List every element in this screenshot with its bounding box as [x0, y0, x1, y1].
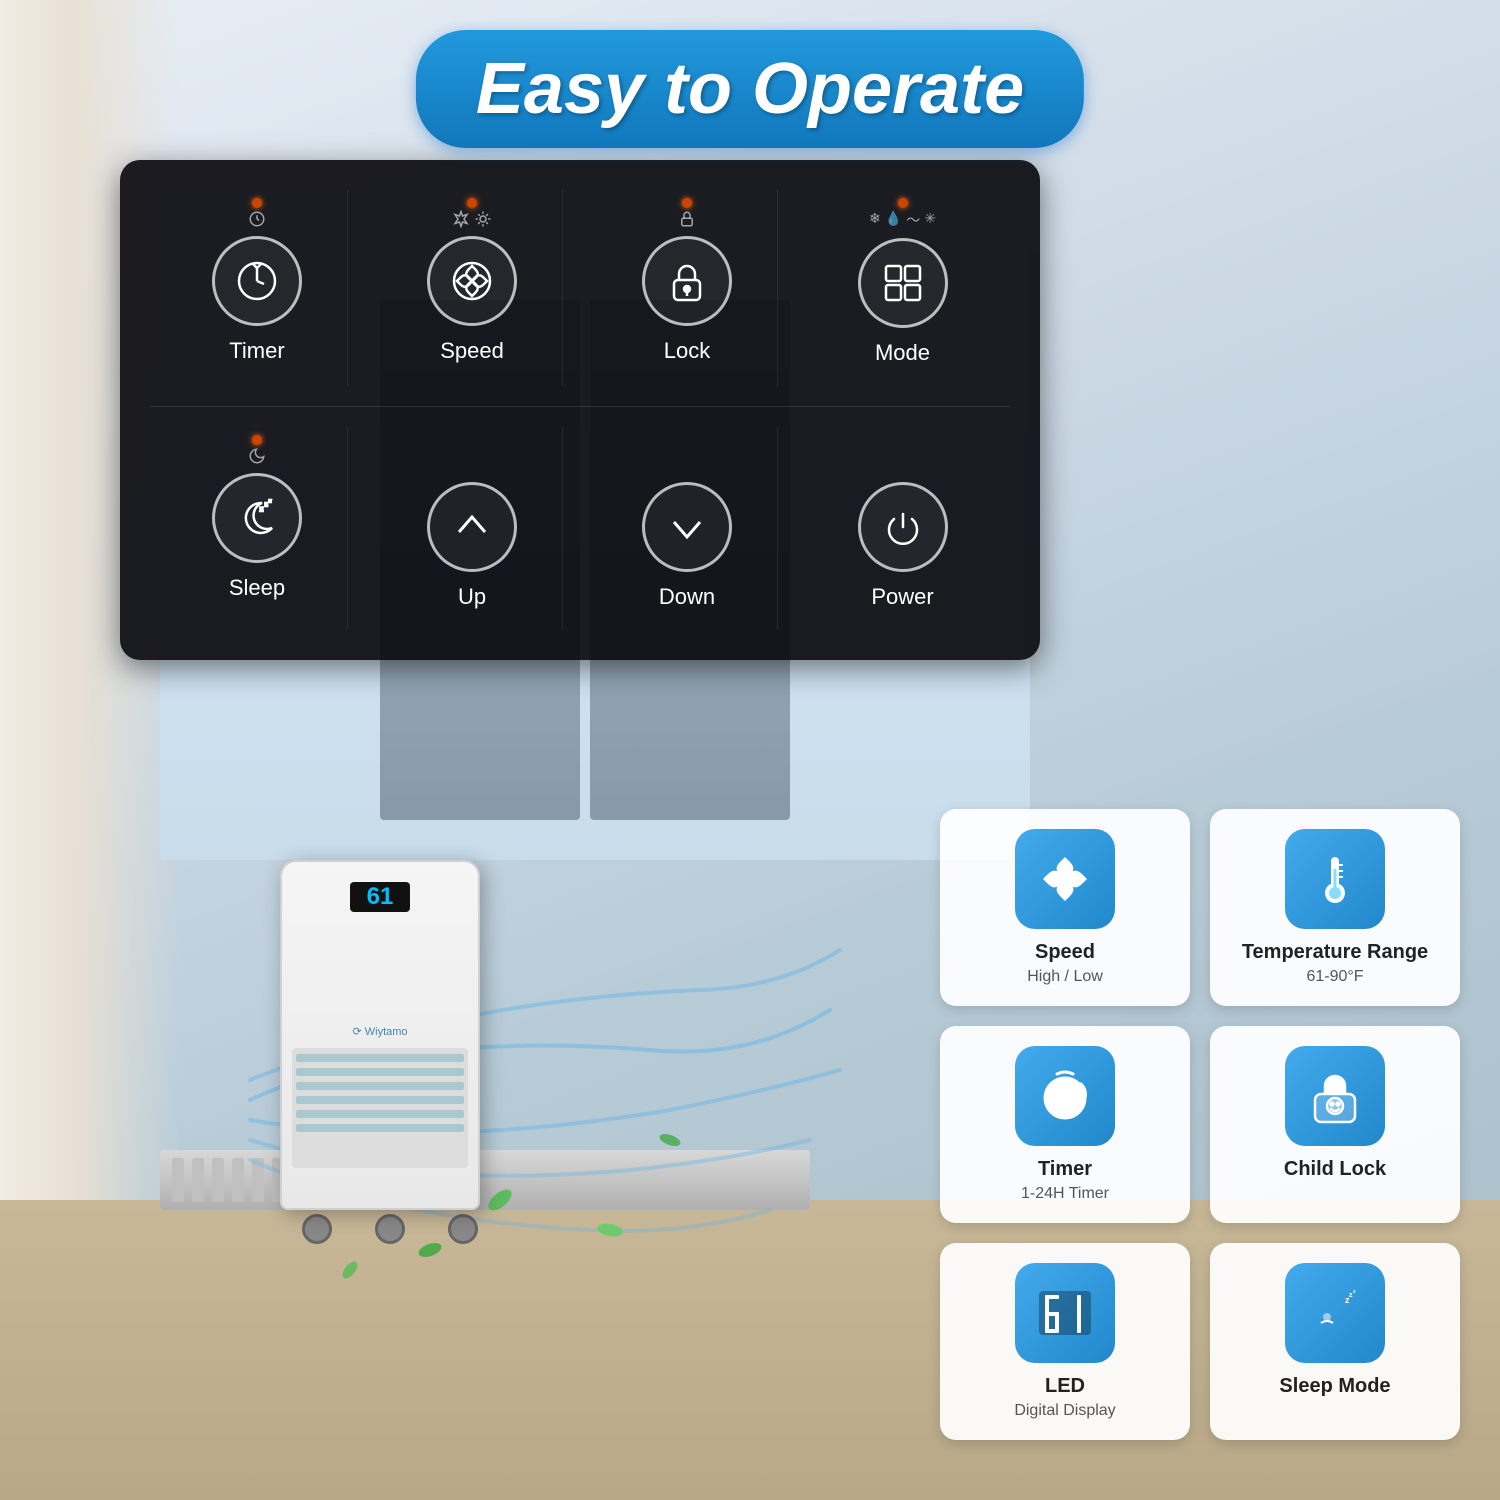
sleep-label: Sleep [229, 575, 285, 601]
up-label: Up [458, 584, 486, 610]
feature-led: LED Digital Display [940, 1243, 1190, 1440]
svg-text:24: 24 [1055, 1089, 1071, 1105]
page-title: Easy to Operate [476, 49, 1024, 129]
feature-speed: Speed High / Low [940, 809, 1190, 1006]
svg-text:z: z [269, 498, 271, 503]
mode-circle [858, 238, 948, 328]
lock-circle [642, 236, 732, 326]
feature-sleep: z z z Sleep Mode [1210, 1243, 1460, 1440]
power-circle [858, 482, 948, 572]
sleep-feature-title: Sleep Mode [1279, 1375, 1390, 1398]
speed-icon-bg [1015, 829, 1115, 929]
up-no-indicator [467, 435, 477, 445]
up-button[interactable]: Up [383, 427, 563, 630]
timer-label: Timer [229, 338, 284, 364]
ac-display: 61 [350, 882, 410, 912]
mode-label: Mode [875, 340, 930, 366]
lock-label: Lock [664, 338, 710, 364]
ac-body: 61 ⟳ Wiytamo [280, 860, 480, 1210]
down-label: Down [659, 584, 715, 610]
speed-top-icons [452, 210, 492, 228]
sleep-button[interactable]: z z z Sleep [168, 427, 348, 630]
control-panel: Timer Speed [120, 160, 1040, 660]
svg-text:z: z [265, 502, 268, 508]
mode-indicator [898, 198, 908, 208]
down-button[interactable]: Down [598, 427, 778, 630]
childlock-feature-title: Child Lock [1284, 1158, 1386, 1181]
timer-top-icon [248, 210, 266, 228]
feature-childlock: Child Lock [1210, 1026, 1460, 1223]
ac-unit: 61 ⟳ Wiytamo [280, 860, 500, 1240]
power-label: Power [871, 584, 933, 610]
panel-row-1: Timer Speed [150, 190, 1010, 386]
up-circle [427, 482, 517, 572]
sleep-top-icon [248, 447, 266, 465]
svg-text:z: z [1353, 1289, 1356, 1295]
sleep-circle: z z z [212, 473, 302, 563]
lock-top-icon [678, 210, 696, 228]
svg-text:z: z [260, 507, 263, 513]
timer-feature-subtitle: 1-24H Timer [1021, 1185, 1109, 1203]
sleep-icon-bg: z z z [1285, 1263, 1385, 1363]
power-button[interactable]: Power [813, 427, 993, 630]
mode-top-icons: ❄ 💧 〜 ✳ [869, 210, 936, 230]
ac-logo: ⟳ Wiytamo [352, 1025, 407, 1038]
sleep-indicator [252, 435, 262, 445]
ac-wheels [280, 1214, 500, 1244]
led-feature-subtitle: Digital Display [1014, 1402, 1115, 1420]
mode-button[interactable]: ❄ 💧 〜 ✳ Mode [813, 190, 993, 386]
led-feature-title: LED [1045, 1375, 1085, 1398]
speed-indicator [467, 198, 477, 208]
main-title-container: Easy to Operate [416, 30, 1084, 148]
temp-feature-subtitle: 61-90°F [1306, 968, 1363, 986]
lock-indicator [682, 198, 692, 208]
power-no-indicator [898, 435, 908, 445]
timer-circle [212, 236, 302, 326]
temp-icon-bg [1285, 829, 1385, 929]
lock-button[interactable]: Lock [598, 190, 778, 386]
timer-indicator [252, 198, 262, 208]
feature-temperature: Temperature Range 61-90°F [1210, 809, 1460, 1006]
temp-feature-title: Temperature Range [1242, 941, 1428, 964]
feature-timer: 24 Timer 1-24H Timer [940, 1026, 1190, 1223]
panel-row-2: z z z Sleep Up [150, 427, 1010, 630]
ac-vents [292, 1048, 468, 1168]
timer-feature-title: Timer [1038, 1158, 1092, 1181]
features-section: Speed High / Low Temperature Range 61-90… [940, 809, 1460, 1440]
speed-feature-subtitle: High / Low [1027, 968, 1103, 986]
speed-label: Speed [440, 338, 504, 364]
down-no-indicator [682, 435, 692, 445]
timer-icon-bg: 24 [1015, 1046, 1115, 1146]
speed-feature-title: Speed [1035, 941, 1095, 964]
childlock-icon-bg [1285, 1046, 1385, 1146]
speed-circle [427, 236, 517, 326]
title-badge: Easy to Operate [416, 30, 1084, 148]
panel-divider [150, 406, 1010, 407]
led-icon-bg [1015, 1263, 1115, 1363]
timer-button[interactable]: Timer [168, 190, 348, 386]
down-circle [642, 482, 732, 572]
speed-button[interactable]: Speed [383, 190, 563, 386]
